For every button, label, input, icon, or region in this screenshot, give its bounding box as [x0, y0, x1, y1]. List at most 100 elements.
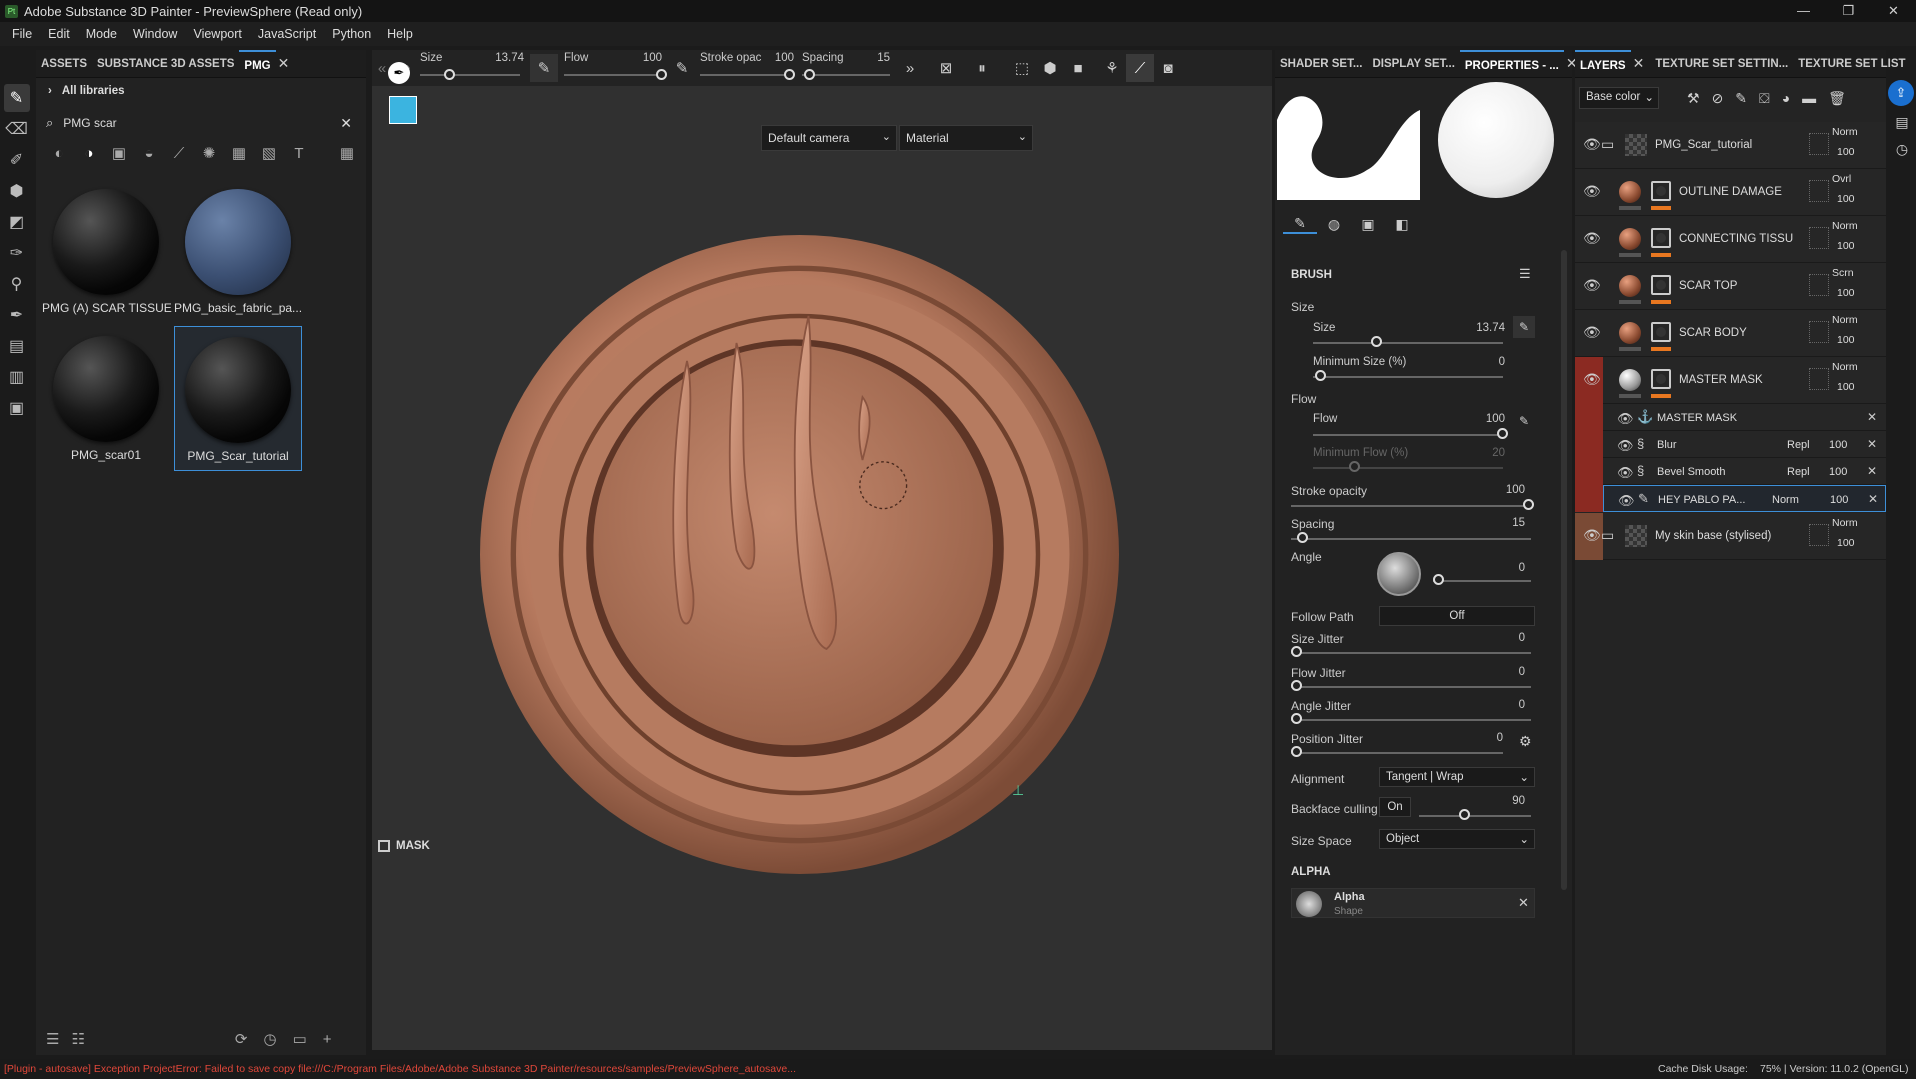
tab-substance-3d-assets[interactable]: SUBSTANCE 3D ASSETS	[92, 50, 239, 78]
size-jitter-value[interactable]: 0	[1475, 632, 1525, 644]
visibility-eye-icon[interactable]: 👁	[1618, 493, 1635, 509]
filter-generators-icon[interactable]: ◒	[134, 145, 164, 162]
layer-opacity[interactable]: 100	[1837, 146, 1855, 158]
min-size-slider[interactable]	[1315, 370, 1326, 381]
toolbar-spacing-slider[interactable]	[804, 69, 815, 80]
filter-masks-icon[interactable]: ▣	[104, 144, 134, 162]
menu-file[interactable]: File	[12, 27, 32, 41]
measure-icon[interactable]: ▥	[4, 363, 30, 391]
display-3d-icon[interactable]: ⬢	[1036, 54, 1064, 82]
effect-blend-mode[interactable]: Norm	[1772, 494, 1799, 506]
stroke-opacity-value[interactable]: 100	[1475, 484, 1525, 496]
material-tab-icon[interactable]: ◍	[1317, 216, 1351, 233]
effect-row[interactable]: 👁 ⚓ MASTER MASK ✕	[1603, 404, 1886, 431]
menu-mode[interactable]: Mode	[86, 27, 117, 41]
layer-opacity[interactable]: 100	[1837, 193, 1855, 205]
jitter-settings-icon[interactable]: ⚙	[1519, 733, 1532, 750]
effect-row[interactable]: 👁 § Blur Repl 100 ✕	[1603, 431, 1886, 458]
tab-properties[interactable]: PROPERTIES - ...	[1459, 49, 1564, 78]
size-space-dropdown[interactable]: Object ⌄	[1379, 829, 1535, 849]
backface-toggle[interactable]: On	[1379, 797, 1411, 817]
paint-brush-icon[interactable]: ✎	[3, 84, 30, 112]
layer-row-selected[interactable]: 👁 MASTER MASK Norm 100	[1575, 357, 1886, 512]
angle-slider[interactable]	[1433, 574, 1444, 585]
smudge-icon[interactable]: ✑	[4, 239, 30, 267]
tab-layers[interactable]: LAYERS	[1575, 49, 1631, 78]
channel-dropdown[interactable]: Base color ⌄	[1579, 87, 1659, 109]
add-effect-icon[interactable]: ⚒	[1687, 90, 1700, 107]
add-fill-layer-icon[interactable]: ⛋	[1759, 90, 1770, 107]
effect-opacity[interactable]: 100	[1829, 466, 1847, 478]
export-icon[interactable]: ▣	[4, 394, 30, 422]
blend-mode[interactable]: Norm	[1832, 220, 1858, 232]
toolbar-stroke-slider[interactable]	[784, 69, 795, 80]
layer-opacity[interactable]: 100	[1837, 381, 1855, 393]
effect-opacity[interactable]: 100	[1830, 494, 1848, 506]
layer-row[interactable]: 👁 SCAR TOP Scrn 100	[1575, 263, 1886, 310]
visibility-eye-icon[interactable]: 👁	[1583, 277, 1601, 294]
preset-menu-icon[interactable]: ☰	[1519, 266, 1531, 282]
filter-smart-materials-icon[interactable]: ◑	[74, 145, 104, 162]
refresh-icon[interactable]: ⟳	[235, 1030, 248, 1048]
asset-item[interactable]: PMG_scar01	[42, 332, 170, 477]
projection-icon[interactable]: ✐	[4, 146, 30, 174]
size-slider[interactable]	[1371, 336, 1382, 347]
eraser-icon[interactable]: ⌫	[4, 115, 30, 143]
stroke-opacity-slider[interactable]	[1523, 499, 1534, 510]
filter-materials-icon[interactable]: ◐	[44, 145, 74, 162]
alpha-tab-icon[interactable]: ▣	[1351, 216, 1385, 233]
filter-environments-icon[interactable]: ▧	[254, 144, 284, 162]
camera-dropdown[interactable]: Default camera ⌄	[761, 125, 897, 151]
menu-python[interactable]: Python	[332, 27, 371, 41]
search-input[interactable]: PMG scar	[63, 116, 340, 130]
flow-value[interactable]: 100	[1455, 413, 1505, 425]
mask-toggle[interactable]: MASK	[378, 840, 430, 852]
properties-scrollbar[interactable]	[1561, 250, 1567, 890]
minimize-icon[interactable]: —	[1781, 0, 1826, 22]
position-jitter-value[interactable]: 0	[1453, 732, 1503, 744]
add-folder-icon[interactable]: ▬	[1802, 90, 1816, 106]
layer-opacity[interactable]: 100	[1837, 240, 1855, 252]
close-icon[interactable]: ✕	[1871, 0, 1916, 22]
remove-alpha-icon[interactable]: ✕	[1518, 895, 1529, 911]
effect-blend-mode[interactable]: Repl	[1787, 466, 1810, 478]
tab-texture-set-settings[interactable]: TEXTURE SET SETTIN...	[1650, 50, 1793, 78]
screenshot-icon[interactable]: ◙	[1154, 54, 1182, 82]
symmetry-icon[interactable]: ⊠	[932, 54, 960, 82]
min-size-value[interactable]: 0	[1455, 356, 1505, 368]
layer-row[interactable]: 👁 SCAR BODY Norm 100	[1575, 310, 1886, 357]
delete-layer-icon[interactable]: 🗑	[1828, 90, 1846, 107]
viewport[interactable]: « ◌ Size 13.74 ✎ Flow 100 ✎ Stroke opac …	[372, 50, 1272, 1050]
clear-search-icon[interactable]: ✕	[340, 115, 352, 132]
menu-edit[interactable]: Edit	[48, 27, 70, 41]
size-jitter-slider[interactable]	[1291, 646, 1302, 657]
pen-pressure-icon[interactable]: ✎	[530, 54, 558, 82]
visibility-eye-icon[interactable]: 👁	[1583, 136, 1601, 153]
stencil-tab-icon[interactable]: ◧	[1385, 216, 1419, 233]
size-pressure-icon[interactable]: ✎	[1513, 316, 1535, 338]
follow-path-toggle[interactable]: Off	[1379, 606, 1535, 626]
blend-mode[interactable]: Scrn	[1832, 267, 1854, 279]
pen-tool-icon[interactable]: ✒	[388, 62, 410, 84]
asset-item[interactable]: PMG (A) SCAR TISSUE	[42, 185, 172, 330]
close-tab-icon[interactable]: ✕	[1633, 55, 1645, 72]
filter-brushes-icon[interactable]: ⟋	[164, 145, 194, 162]
visibility-eye-icon[interactable]: 👁	[1583, 230, 1601, 247]
backface-slider[interactable]	[1459, 809, 1470, 820]
filter-list-icon[interactable]: ☷	[71, 1030, 84, 1048]
effect-opacity[interactable]: 100	[1829, 439, 1847, 451]
visibility-eye-icon[interactable]: 👁	[1583, 324, 1601, 341]
menu-javascript[interactable]: JavaScript	[258, 27, 316, 41]
effect-blend-mode[interactable]: Repl	[1787, 439, 1810, 451]
color-picker-icon[interactable]: ✒	[4, 301, 30, 329]
brush-tab-icon[interactable]: ✎	[1283, 215, 1317, 234]
paint-mode-icon[interactable]: ⟋	[1126, 54, 1154, 82]
filter-particles-icon[interactable]: ✺	[194, 144, 224, 162]
add-paint-layer-icon[interactable]: ✎	[1735, 90, 1747, 107]
add-icon[interactable]: +	[323, 1031, 332, 1048]
display-mode-dropdown[interactable]: Material ⌄	[899, 125, 1033, 151]
toolbar-flow-slider[interactable]	[656, 69, 667, 80]
remove-effect-icon[interactable]: ✕	[1867, 464, 1877, 478]
flow-pressure-icon[interactable]: ✎	[1519, 414, 1529, 428]
asset-search-bar[interactable]: ⌕ PMG scar ✕	[42, 110, 360, 136]
